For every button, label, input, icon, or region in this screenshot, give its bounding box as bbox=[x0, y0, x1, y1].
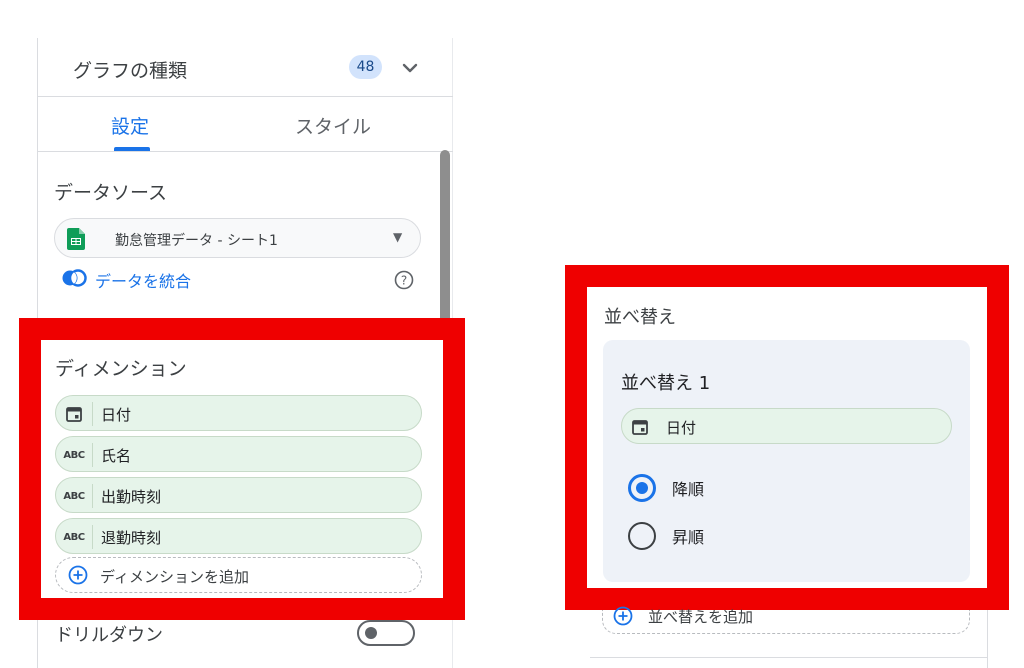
svg-text:?: ? bbox=[401, 274, 407, 288]
chart-type-header[interactable]: グラフの種類 48 bbox=[38, 38, 453, 97]
calendar-icon bbox=[64, 404, 84, 424]
sort-field-chip[interactable]: 日付 bbox=[621, 408, 952, 444]
chart-count-badge: 48 bbox=[349, 55, 382, 79]
dimensions-label: ディメンション bbox=[55, 358, 187, 380]
chevron-down-icon[interactable] bbox=[396, 54, 424, 82]
dimension-label: 出勤時刻 bbox=[101, 488, 162, 506]
chip-divider bbox=[92, 484, 93, 508]
drilldown-label: ドリルダウン bbox=[55, 625, 163, 646]
toggle-knob bbox=[365, 627, 377, 639]
chip-divider bbox=[92, 402, 93, 426]
add-dimension-label: ディメンションを追加 bbox=[100, 568, 249, 586]
dimension-label: 退勤時刻 bbox=[101, 529, 162, 547]
data-source-name: 勤怠管理データ - シート1 bbox=[115, 233, 278, 249]
dropdown-arrow-icon: ▼ bbox=[393, 230, 403, 244]
sort-1-label: 並べ替え 1 bbox=[621, 373, 711, 394]
chip-divider bbox=[92, 443, 93, 467]
dimension-chip[interactable]: ABC 退勤時刻 bbox=[55, 518, 422, 554]
abc-text-icon: ABC bbox=[63, 449, 85, 461]
sort-title: 並べ替え bbox=[604, 307, 676, 328]
section-divider bbox=[590, 657, 988, 658]
sort-option-ascending[interactable]: 昇順 bbox=[628, 521, 704, 551]
sort-field-label: 日付 bbox=[666, 419, 697, 437]
calendar-icon bbox=[630, 417, 650, 437]
tab-style[interactable]: スタイル bbox=[295, 112, 371, 139]
dimension-chip[interactable]: ABC 氏名 bbox=[55, 436, 422, 472]
dimension-label: 日付 bbox=[101, 406, 132, 424]
abc-text-icon: ABC bbox=[63, 531, 85, 543]
radio-button-unselected[interactable] bbox=[628, 522, 656, 550]
chart-type-label: グラフの種類 bbox=[73, 60, 188, 82]
blend-data-link[interactable]: データを統合 bbox=[61, 268, 191, 292]
add-sort-label: 並べ替えを追加 bbox=[648, 608, 754, 626]
add-circle-icon bbox=[613, 606, 633, 630]
add-circle-icon bbox=[68, 565, 88, 589]
data-source-label: データソース bbox=[54, 182, 168, 204]
dimension-chip[interactable]: 日付 bbox=[55, 395, 422, 431]
tab-settings[interactable]: 設定 bbox=[111, 112, 149, 139]
sort-option-label: 降順 bbox=[672, 480, 705, 499]
abc-text-icon: ABC bbox=[63, 490, 85, 502]
active-tab-indicator bbox=[114, 147, 150, 151]
help-circle-icon[interactable]: ? bbox=[394, 270, 414, 294]
data-source-select[interactable]: 勤怠管理データ - シート1 ▼ bbox=[54, 218, 421, 258]
sort-option-descending[interactable]: 降順 bbox=[628, 473, 704, 503]
add-dimension-button[interactable]: ディメンションを追加 bbox=[55, 557, 422, 593]
panel-scrollbar[interactable] bbox=[440, 150, 450, 340]
chip-divider bbox=[92, 525, 93, 549]
sort-option-label: 昇順 bbox=[672, 528, 705, 547]
panel-divider bbox=[987, 610, 988, 668]
drilldown-toggle[interactable] bbox=[357, 620, 415, 646]
dimension-chip[interactable]: ABC 出勤時刻 bbox=[55, 477, 422, 513]
blend-icon bbox=[61, 269, 87, 291]
google-sheets-icon bbox=[67, 228, 85, 254]
settings-tabs: 設定 スタイル bbox=[38, 98, 453, 152]
blend-data-label: データを統合 bbox=[95, 272, 192, 291]
radio-button-selected[interactable] bbox=[628, 474, 656, 502]
dimension-label: 氏名 bbox=[101, 447, 132, 465]
